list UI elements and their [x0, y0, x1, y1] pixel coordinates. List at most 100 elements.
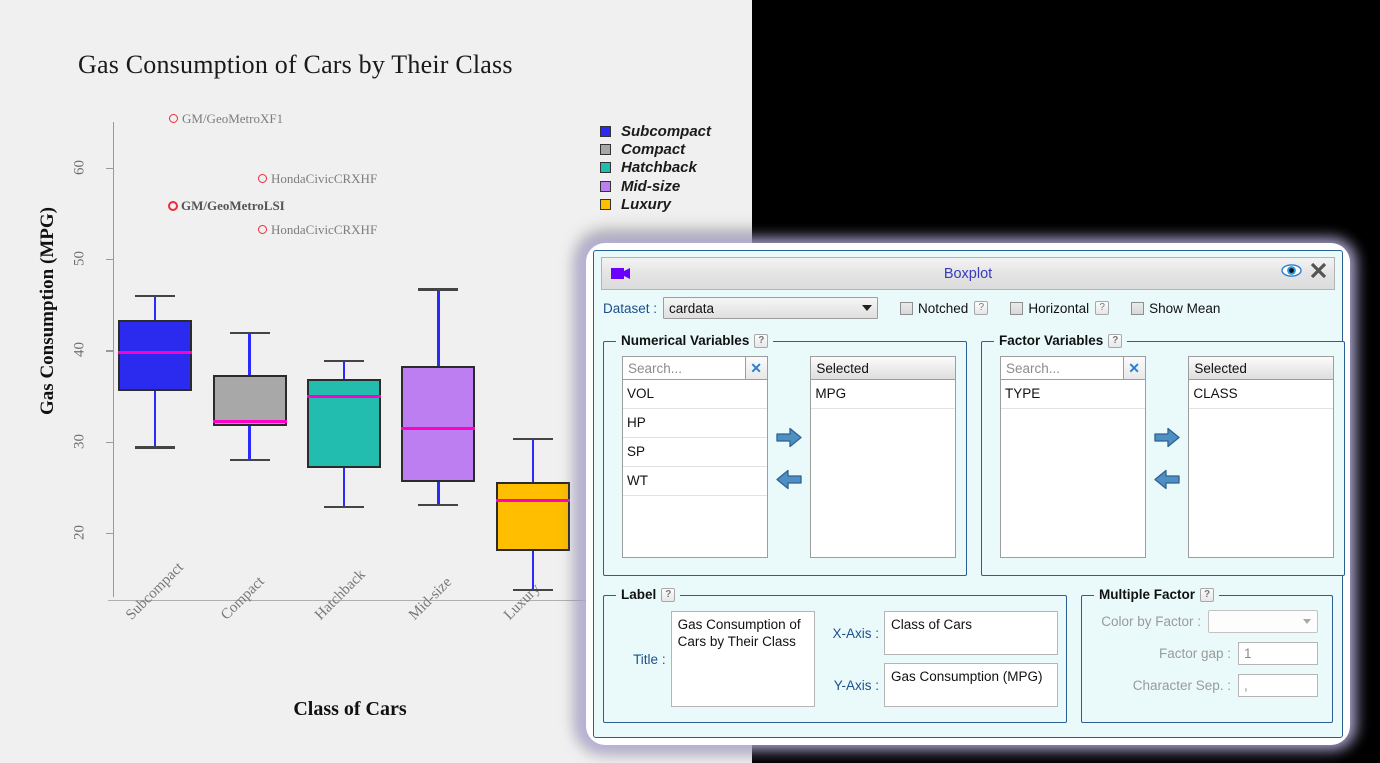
- legend-swatch: [600, 125, 611, 137]
- help-icon[interactable]: ?: [1095, 301, 1110, 315]
- title-input[interactable]: Gas Consumption of Cars by Their Class: [670, 611, 815, 707]
- boxplot-whisker: [342, 468, 346, 506]
- checkbox-label: Horizontal: [1028, 300, 1090, 316]
- xaxis-input[interactable]: Class of Cars: [884, 611, 1058, 655]
- boxplot-whisker: [154, 391, 157, 447]
- factor-available-list[interactable]: TYPE: [1000, 380, 1146, 558]
- legend-item: Luxury: [600, 196, 711, 214]
- factor-selected-list[interactable]: CLASS: [1188, 380, 1334, 558]
- factor-search-input[interactable]: Search...: [1000, 356, 1124, 380]
- outlier-label: HondaCivicCRXHF: [271, 170, 378, 186]
- boxplot-whisker: [437, 288, 440, 366]
- factor-variables-legend-text: Factor Variables: [999, 333, 1104, 348]
- numerical-add-arrow-right-icon[interactable]: [776, 427, 802, 453]
- legend-swatch: [600, 199, 611, 211]
- checkbox-box[interactable]: [900, 301, 914, 315]
- factor-variables-help-icon[interactable]: ?: [1108, 333, 1123, 348]
- y-tick-label: 50: [71, 251, 88, 267]
- factor-variables-legend: Factor Variables ?: [994, 333, 1128, 348]
- checkbox-show-mean[interactable]: Show Mean: [1131, 301, 1226, 316]
- multiple-factor-legend-text: Multiple Factor: [1099, 587, 1196, 602]
- character-sep-input[interactable]: ,: [1238, 674, 1318, 697]
- numerical-available-list[interactable]: VOL HP SP WT: [622, 380, 768, 558]
- boxplot-box: [212, 375, 287, 427]
- numerical-variables-legend: Numerical Variables ?: [616, 333, 774, 348]
- numerical-remove-arrow-left-icon[interactable]: [776, 469, 802, 495]
- y-axis-title: Gas Consumption (MPG): [37, 207, 58, 415]
- factor-add-arrow-right-icon[interactable]: [1154, 427, 1180, 453]
- y-axis-line: [113, 122, 115, 597]
- checkbox-horizontal[interactable]: Horizontal?: [1010, 300, 1110, 316]
- boxplot-median: [118, 350, 193, 354]
- boxplot-box: [307, 378, 381, 469]
- list-item[interactable]: TYPE: [1001, 380, 1145, 409]
- boxplot-whisker-cap: [512, 588, 553, 592]
- list-item[interactable]: VOL: [623, 380, 767, 409]
- boxplot-dialog: Boxplot Dataset : cardata Notched? Horizo…: [586, 243, 1350, 745]
- label-legend-text: Label: [621, 587, 657, 602]
- checkbox-box[interactable]: [1131, 301, 1145, 315]
- list-item[interactable]: WT: [623, 467, 767, 496]
- boxplot-median: [495, 498, 570, 502]
- chevron-down-icon: [1303, 619, 1311, 624]
- dataset-label: Dataset :: [603, 300, 658, 316]
- numerical-selected-list[interactable]: MPG: [810, 380, 956, 558]
- legend-swatch: [600, 180, 611, 192]
- list-item[interactable]: HP: [623, 409, 767, 438]
- boxplot-median: [307, 394, 381, 398]
- outlier-label: GM/GeoMetroXF1: [182, 111, 284, 127]
- checkbox-label: Show Mean: [1149, 300, 1221, 316]
- legend-label: Mid-size: [621, 177, 681, 195]
- checkbox-notched[interactable]: Notched?: [900, 301, 989, 316]
- numerical-search-clear-icon[interactable]: ✕: [745, 356, 768, 380]
- label-help-icon[interactable]: ?: [661, 587, 676, 602]
- legend-item: Subcompact: [600, 122, 711, 140]
- outlier-label: GM/GeoMetroLSI: [181, 198, 285, 214]
- y-tick: [106, 259, 113, 261]
- factor-remove-arrow-left-icon[interactable]: [1154, 469, 1180, 495]
- bottom-row: Label ? Title : Gas Consumption of Cars …: [601, 587, 1335, 723]
- boxplot-whisker-cap: [229, 332, 270, 335]
- multiple-factor-help-icon[interactable]: ?: [1200, 587, 1215, 602]
- color-by-factor-select[interactable]: [1208, 610, 1318, 633]
- list-item[interactable]: SP: [623, 438, 767, 467]
- outlier-ring-icon: [168, 201, 178, 212]
- help-icon[interactable]: ?: [974, 301, 989, 315]
- y-tick: [106, 167, 113, 170]
- numerical-variables-legend-text: Numerical Variables: [621, 333, 750, 348]
- legend-swatch: [600, 144, 611, 156]
- checkbox-group: Notched? Horizontal? Show Mean: [878, 301, 1226, 316]
- title-field-label: Title :: [633, 651, 666, 667]
- dataset-select[interactable]: cardata: [663, 297, 879, 319]
- factor-gap-input[interactable]: 1: [1238, 642, 1318, 665]
- boxplot-whisker: [154, 294, 157, 321]
- legend-label: Hatchback: [621, 159, 697, 177]
- outlier-ring-icon: [258, 224, 267, 234]
- x-axis-title: Class of Cars: [293, 698, 407, 720]
- boxplot-whisker: [248, 426, 251, 460]
- boxplot-whisker-cap: [229, 459, 270, 462]
- dialog-titlebar[interactable]: Boxplot: [601, 257, 1335, 290]
- y-tick: [106, 350, 113, 352]
- numerical-variables-help-icon[interactable]: ?: [754, 333, 769, 348]
- chevron-down-icon: [862, 305, 873, 311]
- outlier-ring-icon: [258, 173, 267, 183]
- chart-legend: Subcompact Compact Hatchback Mid-size Luxury: [600, 122, 711, 214]
- boxplot-whisker-cap: [418, 503, 459, 507]
- boxplot-whisker-cap: [418, 288, 459, 291]
- dialog-options-row: Dataset : cardata Notched? Horizontal? Sho…: [601, 290, 1335, 326]
- factor-search-clear-icon[interactable]: ✕: [1123, 356, 1146, 380]
- y-tick-label: 40: [71, 342, 88, 358]
- checkbox-box[interactable]: [1010, 301, 1024, 315]
- boxplot-median: [212, 420, 287, 424]
- eye-icon[interactable]: [1281, 263, 1302, 283]
- list-item[interactable]: MPG: [811, 380, 955, 409]
- close-icon[interactable]: [1310, 262, 1327, 284]
- factor-selected-header: Selected: [1188, 356, 1334, 380]
- numerical-search-input[interactable]: Search...: [622, 356, 746, 380]
- y-tick: [106, 533, 113, 535]
- yaxis-input[interactable]: Gas Consumption (MPG): [884, 663, 1058, 707]
- boxplot-whisker-cap: [135, 294, 176, 298]
- list-item[interactable]: CLASS: [1189, 380, 1333, 409]
- x-tick-label: Luxury: [500, 580, 544, 624]
